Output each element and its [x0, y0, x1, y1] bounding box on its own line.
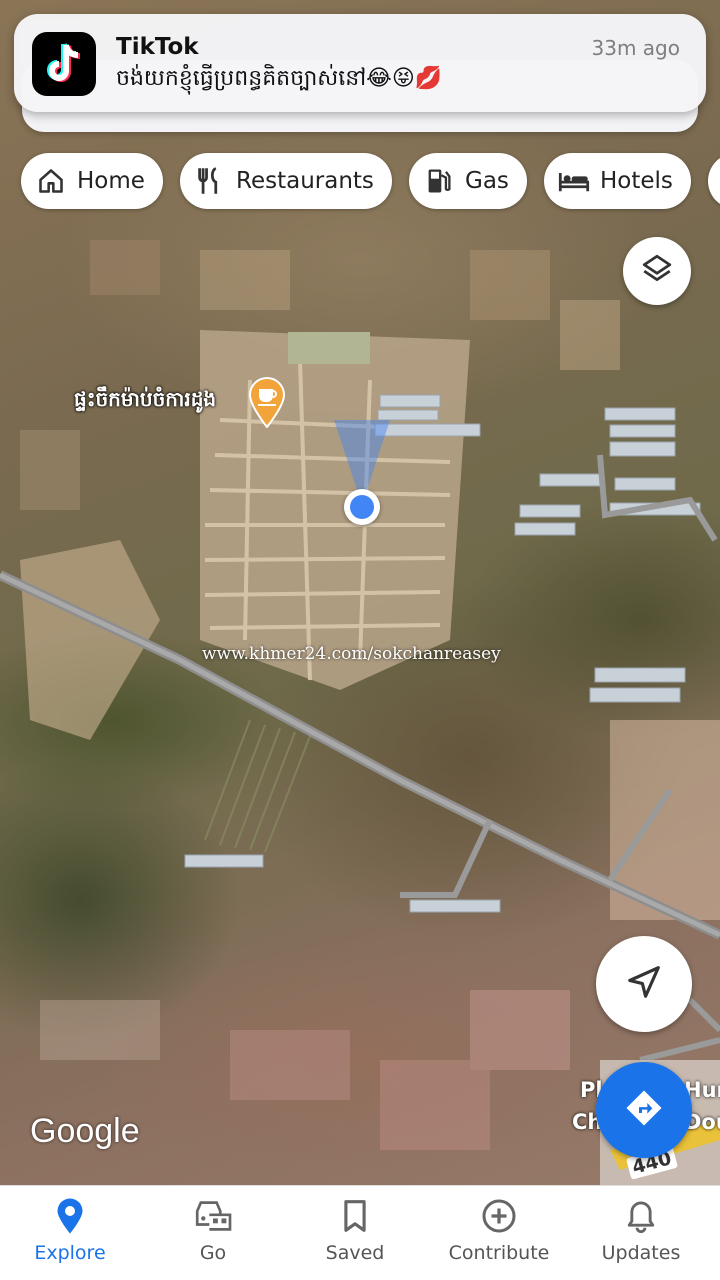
- nav-saved[interactable]: Saved: [290, 1196, 420, 1264]
- gas-pump-icon: [423, 165, 455, 197]
- nav-go[interactable]: Go: [148, 1196, 278, 1264]
- nav-label: Contribute: [448, 1242, 550, 1264]
- bookmark-icon: [290, 1196, 420, 1236]
- chip-gas[interactable]: Gas: [409, 153, 527, 209]
- chip-label: Home: [77, 168, 145, 194]
- watermark-text: www.khmer24.com/sokchanreasey: [202, 644, 501, 664]
- bottom-navigation: Explore Go Saved Contribute Updates: [0, 1185, 720, 1280]
- nav-label: Saved: [325, 1242, 385, 1264]
- nav-label: Updates: [601, 1242, 681, 1264]
- home-icon: [35, 165, 67, 197]
- fork-knife-icon: [194, 165, 226, 197]
- bed-icon: [558, 165, 590, 197]
- layers-icon: [640, 252, 674, 290]
- place-label[interactable]: ផ្ទះចឹកម៉ាប់ចំការដូង: [74, 386, 216, 416]
- chip-home[interactable]: Home: [21, 153, 163, 209]
- chip-label: Restaurants: [236, 168, 374, 194]
- nav-label: Go: [199, 1242, 227, 1264]
- layers-button[interactable]: [623, 237, 691, 305]
- car-icon: [148, 1196, 278, 1236]
- nav-updates[interactable]: Updates: [576, 1196, 706, 1264]
- navigation-arrow-icon: [625, 963, 663, 1005]
- chip-label: Hotels: [600, 168, 673, 194]
- directions-icon: [624, 1088, 664, 1132]
- notification-app-name: TikTok: [116, 34, 199, 60]
- chip-label: Gas: [465, 168, 509, 194]
- tiktok-icon: [32, 32, 96, 96]
- chip-hotels[interactable]: Hotels: [544, 153, 691, 209]
- nav-explore[interactable]: Explore: [5, 1196, 135, 1264]
- current-location-dot: [344, 489, 380, 525]
- chip-restaurants[interactable]: Restaurants: [180, 153, 392, 209]
- tiktok-notification[interactable]: TikTok 33m ago ចង់យកខ្ញុំធ្វើប្រពន្ធគិតច…: [14, 14, 706, 112]
- google-logo: Google: [30, 1112, 140, 1150]
- notification-time: 33m ago: [591, 36, 680, 60]
- bell-icon: [576, 1196, 706, 1236]
- coffee-cup-icon[interactable]: [248, 376, 286, 428]
- my-location-button[interactable]: [596, 936, 692, 1032]
- location-pin-icon: [5, 1196, 135, 1236]
- directions-button[interactable]: [596, 1062, 692, 1158]
- nav-label: Explore: [34, 1242, 106, 1264]
- add-circle-icon: [434, 1196, 564, 1236]
- nav-contribute[interactable]: Contribute: [434, 1196, 564, 1264]
- notification-message: ចង់យកខ្ញុំធ្វើប្រពន្ធគិតច្បាស់នៅ😂😝💋: [116, 66, 443, 91]
